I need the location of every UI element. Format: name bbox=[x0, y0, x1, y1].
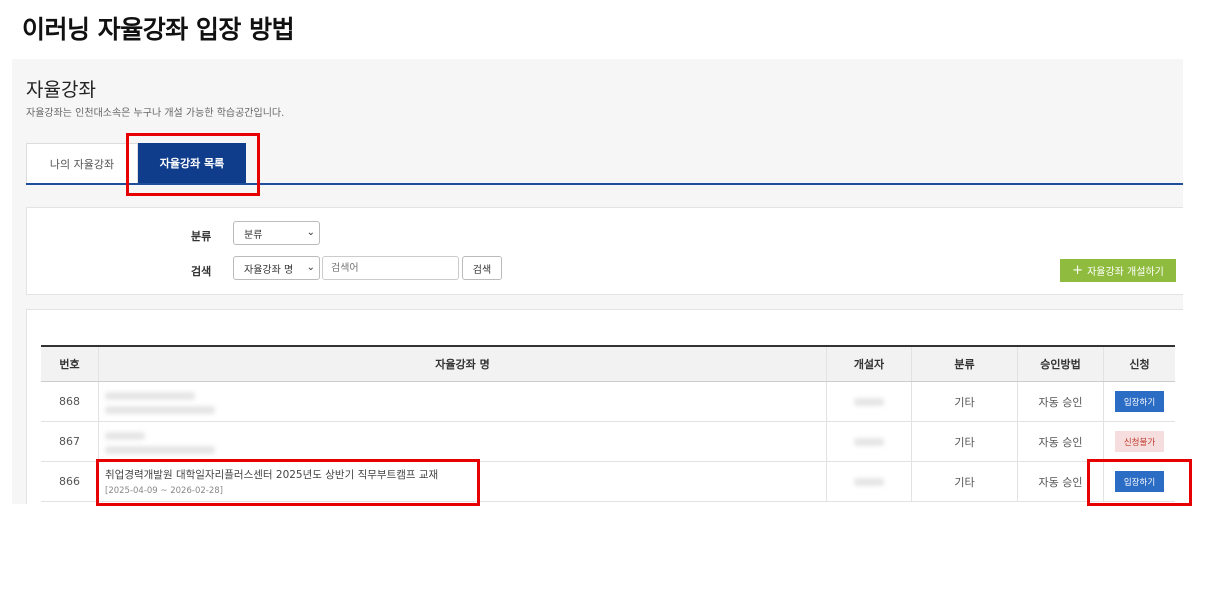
header-approval: 승인방법 bbox=[1018, 347, 1104, 381]
row-creator-blurred bbox=[827, 422, 912, 461]
course-period: [2025-04-09 ~ 2026-02-28] bbox=[105, 486, 223, 496]
search-label: 검색 bbox=[191, 265, 212, 278]
enter-button[interactable]: 입장하기 bbox=[1115, 391, 1164, 412]
tab-course-list[interactable]: 자율강좌 목록 bbox=[138, 143, 246, 183]
chevron-down-icon: ⌄ bbox=[306, 262, 315, 273]
table-row: 866 취업경력개발원 대학일자리플러스센터 2025년도 상반기 직무부트캠프… bbox=[41, 462, 1175, 502]
row-course-name[interactable]: 취업경력개발원 대학일자리플러스센터 2025년도 상반기 직무부트캠프 교재 … bbox=[99, 462, 827, 501]
search-field-value: 자율강좌 명 bbox=[244, 264, 294, 276]
enter-button[interactable]: 입장하기 bbox=[1115, 471, 1164, 492]
row-category: 기타 bbox=[912, 462, 1018, 501]
header-course-name: 자율강좌 명 bbox=[99, 347, 827, 381]
row-approval: 자동 승인 bbox=[1018, 382, 1104, 421]
row-number: 868 bbox=[41, 382, 99, 421]
search-panel: 분류 분류 ⌄ 검색 자율강좌 명 ⌄ 검색 + 자율강좌 개설하기 bbox=[26, 207, 1183, 295]
header-number: 번호 bbox=[41, 347, 99, 381]
category-select-value: 분류 bbox=[244, 229, 263, 241]
page-title: 자율강좌 bbox=[26, 79, 96, 101]
course-list-panel: 번호 자율강좌 명 개설자 분류 승인방법 신청 868 기타 자동 승인 입장… bbox=[26, 309, 1183, 504]
row-course-name-blurred[interactable] bbox=[99, 382, 827, 421]
row-number: 866 bbox=[41, 462, 99, 501]
create-course-button[interactable]: + 자율강좌 개설하기 bbox=[1060, 259, 1176, 282]
header-creator: 개설자 bbox=[827, 347, 912, 381]
row-category: 기타 bbox=[912, 382, 1018, 421]
course-title[interactable]: 취업경력개발원 대학일자리플러스센터 2025년도 상반기 직무부트캠프 교재 bbox=[105, 468, 438, 482]
header-apply: 신청 bbox=[1129, 358, 1150, 371]
search-button[interactable]: 검색 bbox=[462, 256, 502, 280]
table-row: 868 기타 자동 승인 입장하기 bbox=[41, 382, 1175, 422]
row-number: 867 bbox=[41, 422, 99, 461]
row-course-name-blurred[interactable] bbox=[99, 422, 827, 461]
row-approval: 자동 승인 bbox=[1018, 422, 1104, 461]
category-select[interactable]: 분류 ⌄ bbox=[233, 221, 320, 245]
category-label: 분류 bbox=[191, 230, 212, 243]
page-description: 자율강좌는 인천대소속은 누구나 개설 가능한 학습공간입니다. bbox=[26, 108, 285, 119]
row-apply-cell: 신청불가 bbox=[1104, 422, 1175, 461]
tab-my-courses[interactable]: 나의 자율강좌 bbox=[26, 143, 138, 183]
table-row: 867 기타 자동 승인 신청불가 bbox=[41, 422, 1175, 462]
blurred-content bbox=[105, 388, 215, 414]
row-approval: 자동 승인 bbox=[1018, 462, 1104, 501]
search-field-select[interactable]: 자율강좌 명 ⌄ bbox=[233, 256, 320, 280]
search-input[interactable] bbox=[322, 256, 459, 280]
table-header-row: 번호 자율강좌 명 개설자 분류 승인방법 신청 bbox=[41, 345, 1175, 382]
row-category: 기타 bbox=[912, 422, 1018, 461]
row-apply-cell: 입장하기 bbox=[1104, 382, 1175, 421]
chevron-down-icon: ⌄ bbox=[306, 227, 315, 238]
row-apply-cell: 입장하기 bbox=[1104, 462, 1175, 501]
header-category: 분류 bbox=[912, 347, 1018, 381]
apply-unavailable-badge: 신청불가 bbox=[1115, 431, 1164, 452]
row-creator-blurred bbox=[827, 462, 912, 501]
course-panel: 자율강좌 자율강좌는 인천대소속은 누구나 개설 가능한 학습공간입니다. 나의… bbox=[12, 59, 1183, 504]
plus-icon: + bbox=[1072, 263, 1084, 278]
create-course-label: 자율강좌 개설하기 bbox=[1087, 267, 1164, 278]
blurred-content bbox=[105, 428, 215, 454]
row-creator-blurred bbox=[827, 382, 912, 421]
page-heading: 이러닝 자율강좌 입장 방법 bbox=[22, 15, 295, 44]
course-table: 번호 자율강좌 명 개설자 분류 승인방법 신청 868 기타 자동 승인 입장… bbox=[41, 345, 1175, 502]
tab-bar: 나의 자율강좌 자율강좌 목록 bbox=[26, 143, 1183, 185]
